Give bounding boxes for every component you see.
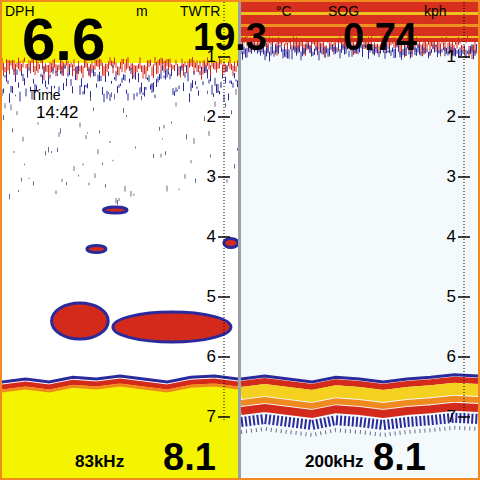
depth-scale-label: 3 [447, 168, 456, 185]
depth-scale-label: 5 [447, 288, 456, 305]
sonar-panel: 123456783kHz8.1 [2, 2, 238, 478]
time-value: 14:42 [36, 104, 79, 121]
range-label: 8.1 [373, 438, 426, 476]
depth-scale-label: 2 [207, 108, 216, 125]
readout-label: SOG [328, 4, 359, 18]
depth-scale-label: 7 [207, 408, 216, 425]
frequency-label: 200kHz [305, 453, 364, 470]
depth-scale-label: 7 [447, 408, 456, 425]
readout-unit: m [136, 4, 148, 18]
sonar-panel: 1 2 3 4 5 6 7 200kHz 8.1 [241, 2, 478, 478]
echogram [241, 2, 478, 478]
depth-scale-label: 4 [207, 228, 216, 245]
depth-scale-label: 6 [447, 348, 456, 365]
readout-value: 0.74 [343, 18, 417, 56]
time-label: Time [30, 88, 61, 102]
readout-value: 19.3 [193, 18, 267, 56]
depth-scale-label: 3 [207, 168, 216, 185]
depth-scale-label: 6 [207, 348, 216, 365]
frequency-label: 83kHz [75, 453, 124, 470]
panel-divider [238, 2, 241, 478]
depth-scale-label: 2 [447, 108, 456, 125]
fishfinder-screen: 123456783kHz8.11234567200kHz8.1DPHm6.6TW… [0, 0, 480, 480]
depth-scale-label: 5 [207, 288, 216, 305]
readout-unit: kph [424, 4, 447, 18]
depth-scale-label: 4 [447, 228, 456, 245]
readout-unit: °C [276, 4, 292, 18]
depth-scale-label: 1 [447, 48, 456, 65]
readout-value: 6.6 [22, 10, 105, 70]
readout-label: TWTR [180, 4, 220, 18]
range-label: 8.1 [163, 438, 216, 476]
echogram [2, 2, 238, 478]
